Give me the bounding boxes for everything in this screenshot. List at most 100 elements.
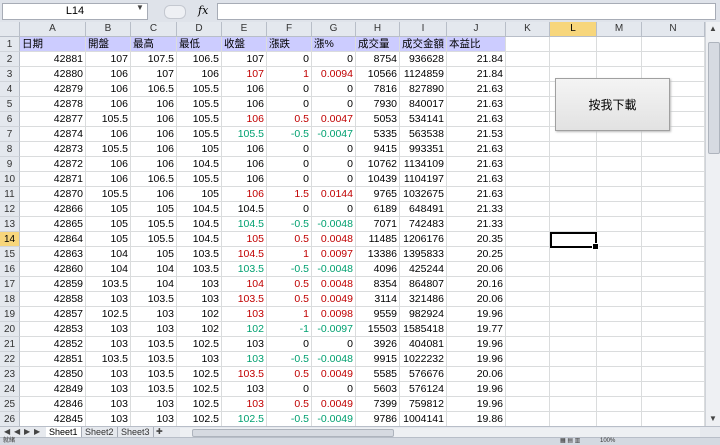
cell[interactable]: 20.16 [447, 277, 506, 292]
cell[interactable]: 3926 [356, 337, 400, 352]
cell[interactable]: -0.0048 [312, 262, 356, 277]
cell[interactable]: 42873 [20, 142, 86, 157]
first-sheet-icon[interactable]: ◀ [4, 427, 10, 436]
cell[interactable]: 106.5 [177, 52, 222, 67]
cell[interactable] [597, 37, 642, 52]
cell[interactable]: 1004141 [400, 412, 447, 426]
cell[interactable] [550, 142, 597, 157]
active-cell-selection[interactable] [550, 232, 599, 250]
cell[interactable]: 21.63 [447, 187, 506, 202]
cell[interactable] [506, 82, 550, 97]
cell[interactable] [642, 337, 705, 352]
cell[interactable]: 982924 [400, 307, 447, 322]
cell[interactable]: 648491 [400, 202, 447, 217]
cell[interactable] [597, 307, 642, 322]
cell[interactable]: 0.0094 [312, 67, 356, 82]
cell[interactable] [642, 397, 705, 412]
cell[interactable]: 42871 [20, 172, 86, 187]
cell[interactable]: 106 [86, 172, 131, 187]
cell[interactable]: 105 [86, 232, 131, 247]
cell[interactable]: 20.06 [447, 262, 506, 277]
cell[interactable]: 42859 [20, 277, 86, 292]
column-header-j[interactable]: J [447, 22, 506, 37]
cell[interactable]: 102 [177, 322, 222, 337]
insert-function-icon[interactable]: fx [198, 4, 208, 17]
cell[interactable] [642, 412, 705, 426]
cell[interactable]: 742483 [400, 217, 447, 232]
cell[interactable] [506, 187, 550, 202]
cell[interactable]: 42866 [20, 202, 86, 217]
cell[interactable] [597, 202, 642, 217]
cell[interactable]: 106 [86, 157, 131, 172]
cell[interactable]: 0.0097 [312, 247, 356, 262]
cell[interactable] [550, 352, 597, 367]
cell[interactable]: 759812 [400, 397, 447, 412]
cell[interactable]: 103.5 [131, 352, 177, 367]
cell[interactable]: 104 [131, 262, 177, 277]
cell[interactable]: 103 [131, 412, 177, 426]
cell[interactable] [550, 367, 597, 382]
row-header[interactable]: 25 [0, 397, 20, 412]
cell[interactable]: 0.0098 [312, 307, 356, 322]
table-header-cell[interactable]: 成交量 [356, 37, 400, 52]
cell[interactable]: 107.5 [131, 52, 177, 67]
cell[interactable]: 9765 [356, 187, 400, 202]
cell[interactable]: 105.5 [131, 232, 177, 247]
cell[interactable] [642, 187, 705, 202]
cell[interactable] [597, 217, 642, 232]
cell[interactable]: 19.96 [447, 337, 506, 352]
cell[interactable]: 10439 [356, 172, 400, 187]
cell[interactable]: 106.5 [131, 172, 177, 187]
cell[interactable]: 0.0049 [312, 397, 356, 412]
cell[interactable] [506, 157, 550, 172]
cell[interactable]: 103.5 [131, 292, 177, 307]
table-header-cell[interactable]: 最低 [177, 37, 222, 52]
cell[interactable] [550, 307, 597, 322]
cell[interactable] [642, 157, 705, 172]
cell[interactable] [550, 172, 597, 187]
cell[interactable]: 105.5 [222, 127, 267, 142]
cell[interactable]: 106 [222, 97, 267, 112]
cell[interactable]: 0 [267, 82, 312, 97]
cell[interactable] [506, 292, 550, 307]
cell[interactable]: 0.0048 [312, 232, 356, 247]
download-button[interactable]: 按我下載 [555, 78, 670, 131]
cell[interactable]: -0.5 [267, 127, 312, 142]
cell[interactable]: 103 [222, 352, 267, 367]
cell[interactable] [597, 142, 642, 157]
cell[interactable]: 0.0048 [312, 277, 356, 292]
cell[interactable]: 42874 [20, 127, 86, 142]
cell[interactable] [506, 172, 550, 187]
cell[interactable]: 106 [222, 187, 267, 202]
horizontal-scrollbar[interactable] [180, 428, 700, 437]
cell[interactable]: 21.63 [447, 172, 506, 187]
cell[interactable]: 106 [131, 187, 177, 202]
row-header[interactable]: 1 [0, 37, 20, 52]
table-header-cell[interactable]: 漲跌 [267, 37, 312, 52]
cell[interactable]: 105.5 [86, 112, 131, 127]
cell[interactable]: 105 [222, 232, 267, 247]
column-header-i[interactable]: I [400, 22, 447, 37]
cell[interactable]: 103 [131, 397, 177, 412]
cell[interactable] [642, 247, 705, 262]
cell[interactable]: 21.33 [447, 202, 506, 217]
cell[interactable]: 1 [267, 247, 312, 262]
cell[interactable]: 102.5 [222, 412, 267, 426]
cell[interactable] [506, 232, 550, 247]
cell[interactable]: 0 [267, 52, 312, 67]
cell[interactable] [506, 262, 550, 277]
cell[interactable]: 104.5 [177, 217, 222, 232]
last-sheet-icon[interactable]: ▶ [34, 427, 40, 436]
cell[interactable] [506, 37, 550, 52]
cell[interactable]: 1022232 [400, 352, 447, 367]
column-header-c[interactable]: C [131, 22, 177, 37]
cell[interactable]: 1585418 [400, 322, 447, 337]
cell[interactable]: 105.5 [86, 187, 131, 202]
cell[interactable]: 0 [312, 82, 356, 97]
cell[interactable] [642, 217, 705, 232]
cell[interactable]: 103.5 [131, 382, 177, 397]
cell[interactable]: 102.5 [177, 397, 222, 412]
cell[interactable]: 7399 [356, 397, 400, 412]
cell[interactable]: 21.33 [447, 217, 506, 232]
cell[interactable]: 42845 [20, 412, 86, 426]
